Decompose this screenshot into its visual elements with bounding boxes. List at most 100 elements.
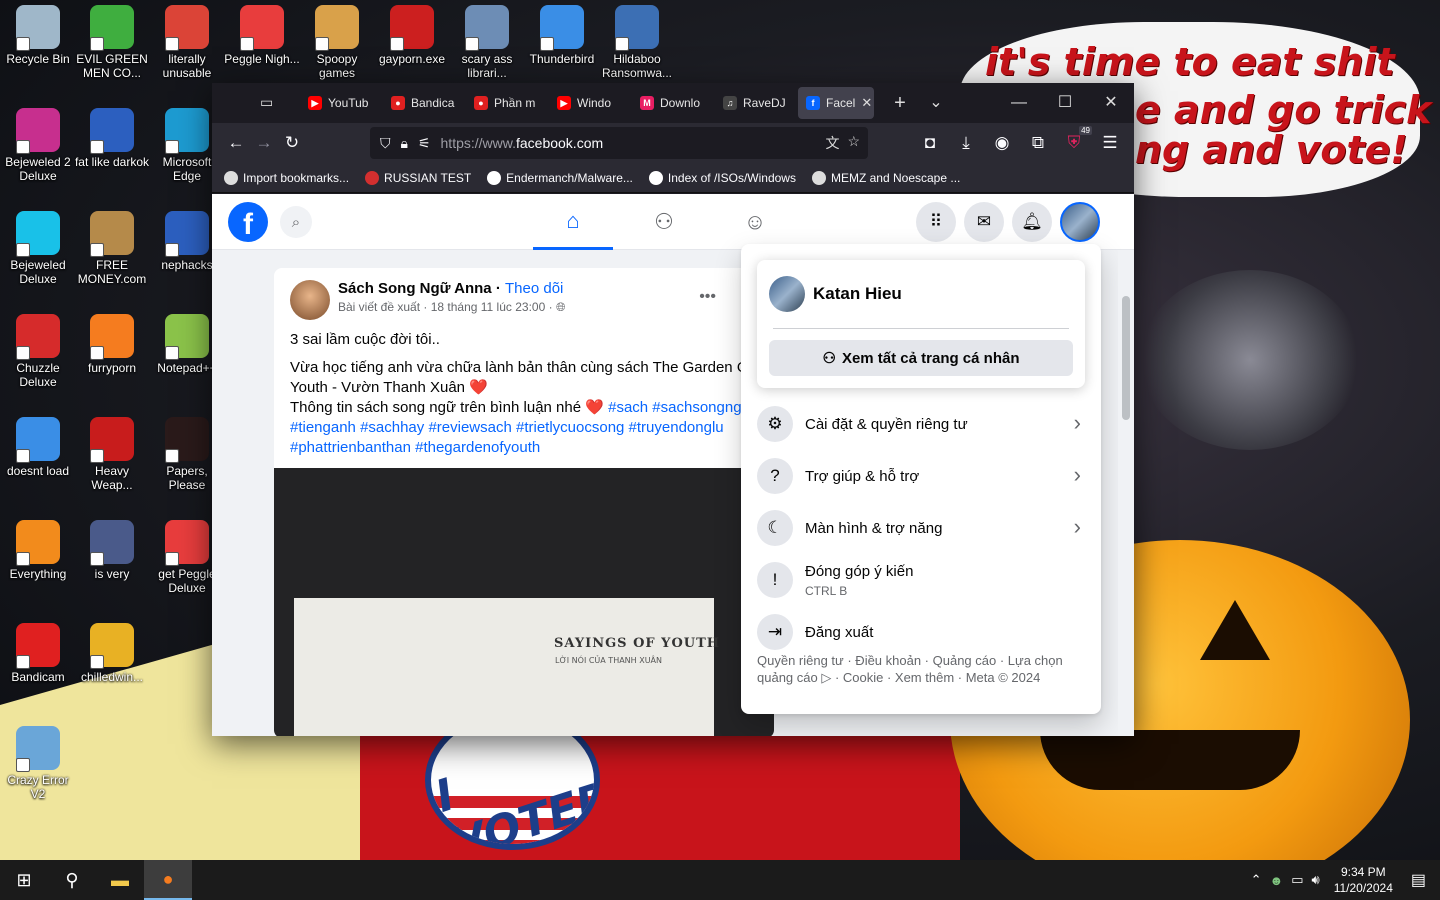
desktop-icon[interactable]: Hildaboo Ransomwa... — [599, 5, 675, 80]
show-hidden-icons-chevron-icon[interactable]: ⌃ — [1251, 872, 1262, 888]
post-author-name[interactable]: Sách Song Ngữ Anna — [338, 280, 492, 297]
volume-icon[interactable]: 🔊︎ — [1312, 872, 1320, 888]
tab-3[interactable]: ▶ Windo — [549, 87, 631, 119]
follow-link[interactable]: Theo dõi — [505, 280, 563, 297]
menu-item-3[interactable]: ! Đóng góp ý kiến CTRL B — [749, 554, 1093, 606]
tab-2[interactable]: ● Phần m — [466, 87, 548, 119]
desktop-icon[interactable]: scary ass librari... — [449, 5, 525, 80]
desktop-icon[interactable]: chilledwin... — [74, 623, 150, 684]
page-scrollbar[interactable] — [1118, 250, 1134, 736]
firefox-taskbar-icon[interactable]: ● — [144, 860, 192, 900]
minimize-button[interactable]: — — [1007, 91, 1031, 115]
list-all-tabs-chevron-icon[interactable]: ⌄ — [924, 91, 948, 115]
new-tab-button[interactable]: + — [888, 91, 912, 115]
menu-grid-icon[interactable]: ⠿ — [916, 202, 956, 242]
post-text-line-3-text: Thông tin sách song ngữ trên bình luận n… — [290, 399, 604, 416]
profile-name[interactable]: Katan Hieu — [813, 284, 902, 304]
desktop-icon[interactable]: Spoopy games — [299, 5, 375, 80]
post-hashtags-a[interactable]: #sach #sachsongngu — [608, 399, 750, 416]
notifications-bell-icon[interactable]: 🔔︎ — [1012, 202, 1052, 242]
post-image[interactable]: SAYINGS OF YOUTH LỜI NÓI CỦA THANH XUÂN — [274, 468, 774, 736]
desktop-icon[interactable]: Everything — [0, 520, 76, 581]
desktop-icon[interactable]: gayporn.exe — [374, 5, 450, 66]
desktop-icon[interactable]: fat like darkok — [74, 108, 150, 169]
desktop-icon[interactable]: furryporn — [74, 314, 150, 375]
friends-icon[interactable]: ⚇ — [624, 194, 704, 250]
download-icon[interactable]: ⤓ — [952, 129, 980, 157]
clock[interactable]: 9:34 PM 11/20/2024 — [1334, 864, 1393, 896]
desktop-icon[interactable]: Bandicam — [0, 623, 76, 684]
menu-item-0[interactable]: ⚙ Cài đặt & quyền riêng tư › — [749, 398, 1093, 450]
menu-item-4[interactable]: ⇥ Đăng xuất — [749, 606, 1093, 658]
home-icon[interactable]: ⌂ — [533, 194, 613, 250]
desktop-icon[interactable]: doesnt load — [0, 417, 76, 478]
desktop-icon[interactable]: FREE MONEY.com — [74, 211, 150, 286]
search-icon[interactable]: ⚲ — [48, 860, 96, 900]
logout-icon: ⇥ — [757, 614, 793, 650]
url-bar[interactable]: ⛉ 🔒︎ ⚟ https://www.facebook.com 文 ☆ — [370, 127, 868, 159]
desktop-icon[interactable]: Bejeweled 2 Deluxe — [0, 108, 76, 183]
messenger-icon[interactable]: ✉ — [964, 202, 1004, 242]
firefox-view-icon[interactable]: ▭ — [260, 94, 280, 112]
extensions-icon[interactable]: ⧉ — [1024, 129, 1052, 157]
desktop-icon[interactable]: Thunderbird — [524, 5, 600, 66]
desktop-icon[interactable]: Heavy Weap... — [74, 417, 150, 492]
desktop-icon[interactable]: is very — [74, 520, 150, 581]
post-hashtags-c[interactable]: #phattrienbanthan #thegardenofyouth — [290, 438, 758, 458]
menu-item-2[interactable]: ☾ Màn hình & trợ năng › — [749, 502, 1093, 554]
desktop-icon[interactable]: Bejeweled Deluxe — [0, 211, 76, 286]
post-hashtags-b[interactable]: #tienganh #sachhay #reviewsach #trietlyc… — [290, 418, 758, 438]
see-all-profiles-button[interactable]: ⚇ Xem tất cả trang cá nhân — [769, 340, 1073, 376]
close-tab-icon[interactable]: ✕ — [861, 95, 872, 111]
close-window-button[interactable]: ✕ — [1099, 91, 1123, 115]
tab-label: Bandica — [411, 96, 455, 110]
translate-icon[interactable]: 文 — [825, 133, 839, 153]
desktop-icon[interactable]: Peggle Nigh... — [224, 5, 300, 66]
maximize-button[interactable]: ☐ — [1053, 91, 1077, 115]
profile-avatar[interactable] — [769, 276, 805, 312]
facebook-logo-icon[interactable]: f — [228, 202, 268, 242]
user-tray-icon[interactable]: ☻ — [1270, 873, 1284, 888]
url-text[interactable]: https://www.facebook.com — [441, 135, 604, 151]
desktop-icon[interactable]: Chuzzle Deluxe — [0, 314, 76, 389]
tab-4[interactable]: M Downlo — [632, 87, 714, 119]
desktop-icon[interactable]: Recycle Bin — [0, 5, 76, 66]
post-options-icon[interactable]: ••• — [699, 288, 716, 306]
search-icon[interactable]: ⌕ — [280, 206, 312, 238]
forward-arrow-icon[interactable]: → — [250, 129, 278, 157]
gear-icon: ⚙ — [757, 406, 793, 442]
pocket-icon[interactable]: ◘ — [916, 129, 944, 157]
bookmark-item[interactable]: RUSSIAN TEST — [365, 170, 471, 185]
notifications-icon[interactable]: ▤ — [1411, 870, 1426, 890]
tab-0[interactable]: ▶ YouTub — [300, 87, 382, 119]
lock-icon[interactable]: 🔒︎ — [401, 135, 408, 152]
desktop-icon[interactable]: Crazy Error V2 — [0, 726, 76, 801]
bookmark-item[interactable]: Import bookmarks... — [224, 170, 349, 185]
ublock-icon[interactable]: ⛨ 49 — [1060, 126, 1092, 157]
menu-footer-links[interactable]: Quyền riêng tư · Điều khoản · Quảng cáo … — [757, 652, 1087, 686]
desktop-icon[interactable]: literally unusable — [149, 5, 225, 80]
file-explorer-icon[interactable]: ▬ — [96, 860, 144, 900]
network-icon[interactable]: ▭ — [1291, 872, 1303, 888]
bookmark-star-icon[interactable]: ☆ — [847, 133, 860, 153]
bookmark-item[interactable]: Index of /ISOs/Windows — [648, 170, 796, 185]
start-windows-logo-icon[interactable]: ⊞ — [0, 860, 48, 900]
bookmark-item[interactable]: MEMZ and Noescape ... — [811, 170, 960, 185]
tab-1[interactable]: ● Bandica — [383, 87, 465, 119]
bookmark-item[interactable]: Endermanch/Malware... — [487, 170, 633, 185]
groups-icon[interactable]: ☺ — [715, 194, 795, 250]
tracking-shield-icon[interactable]: ⛉ — [380, 135, 391, 152]
menu-item-1[interactable]: ? Trợ giúp & hỗ trợ › — [749, 450, 1093, 502]
tab-6[interactable]: f Facel ✕ — [798, 87, 874, 119]
account-icon[interactable]: ◉ — [988, 129, 1016, 157]
menu-item-label: Đóng góp ý kiến — [805, 562, 914, 580]
desktop-icon[interactable]: EVIL GREEN MEN CO... — [74, 5, 150, 80]
tab-5[interactable]: ♫ RaveDJ — [715, 87, 797, 119]
back-arrow-icon[interactable]: ← — [222, 129, 250, 157]
account-avatar[interactable] — [1060, 202, 1100, 242]
hamburger-menu-icon[interactable]: ☰ — [1096, 129, 1124, 157]
reload-icon[interactable]: ↻ — [278, 129, 306, 157]
scrollbar-thumb[interactable] — [1122, 296, 1130, 420]
permissions-icon[interactable]: ⚟ — [418, 135, 431, 152]
post-author-avatar[interactable] — [290, 280, 330, 320]
